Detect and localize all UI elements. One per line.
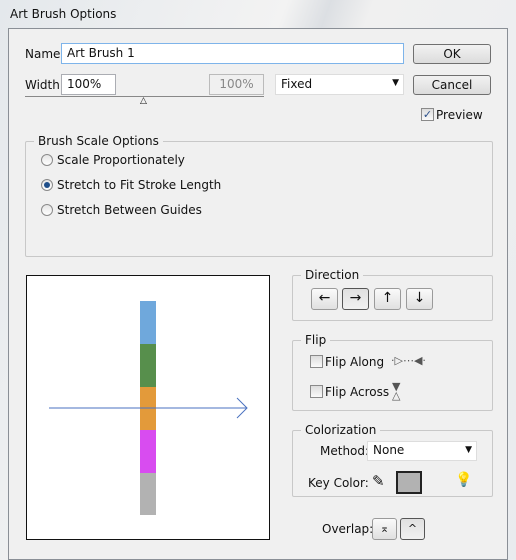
dialog-window: Art Brush Options Name: Art Brush 1 OK W… [0,0,516,560]
preview-label: Preview [436,108,483,122]
width-slider-thumb[interactable]: △ [140,97,147,106]
flip-across-checkbox[interactable] [310,385,323,398]
scale-proportionately-label: Scale Proportionately [57,153,185,167]
method-value: None [373,443,405,457]
method-label: Method: [320,444,370,458]
width-variation-input: 100% [209,74,264,95]
width-mode-dropdown[interactable]: Fixed ▼ [275,74,404,95]
radio-stretch-between-guides[interactable] [41,204,53,216]
overlap-label: Overlap: [322,522,374,536]
preview-segment [140,301,156,344]
direction-arrow-icon [49,397,248,419]
cancel-button[interactable]: Cancel [413,75,491,95]
colorization-title: Colorization [301,423,381,437]
stretch-to-fit-label: Stretch to Fit Stroke Length [57,178,222,192]
key-color-label: Key Color: [308,476,369,490]
direction-up-button[interactable]: ↑ [374,288,401,310]
method-dropdown[interactable]: None ▼ [367,441,477,461]
flip-along-icon: ·▷⋯◀· [391,354,426,367]
width-input[interactable]: 100% [61,74,116,95]
chevron-down-icon: ▼ [392,78,399,88]
name-input[interactable]: Art Brush 1 [61,43,404,64]
direction-right-button[interactable]: → [342,288,369,310]
width-mode-value: Fixed [281,77,313,91]
name-label: Name: [25,47,65,61]
key-color-swatch[interactable] [396,471,422,494]
stretch-between-guides-label: Stretch Between Guides [57,203,202,217]
chevron-down-icon: ▼ [465,445,472,455]
brush-scale-title: Brush Scale Options [34,134,163,148]
flip-across-icon: ▼ △ [392,380,401,402]
flip-along-label: Flip Along [325,355,385,369]
width-label: Width: [25,78,64,92]
direction-title: Direction [301,268,364,282]
radio-scale-proportionately[interactable] [41,154,53,166]
flip-title: Flip [301,333,331,347]
overlap-none-button[interactable]: ^ [400,518,425,540]
preview-checkbox[interactable]: ✓ [421,108,434,121]
flip-along-checkbox[interactable] [310,355,323,368]
radio-stretch-to-fit[interactable] [41,179,53,191]
ok-button[interactable]: OK [413,44,491,64]
preview-segment [140,473,156,515]
preview-segment [140,430,156,473]
overlap-adjust-button[interactable]: ⌅ [372,518,397,540]
direction-left-button[interactable]: ← [311,288,338,310]
preview-segment [140,344,156,387]
flip-across-label: Flip Across [325,385,390,399]
dialog-title: Art Brush Options [10,7,117,21]
eyedropper-icon[interactable]: ✎ [372,472,385,490]
direction-down-button[interactable]: ↓ [406,288,433,310]
lightbulb-icon[interactable]: 💡 [455,472,472,488]
